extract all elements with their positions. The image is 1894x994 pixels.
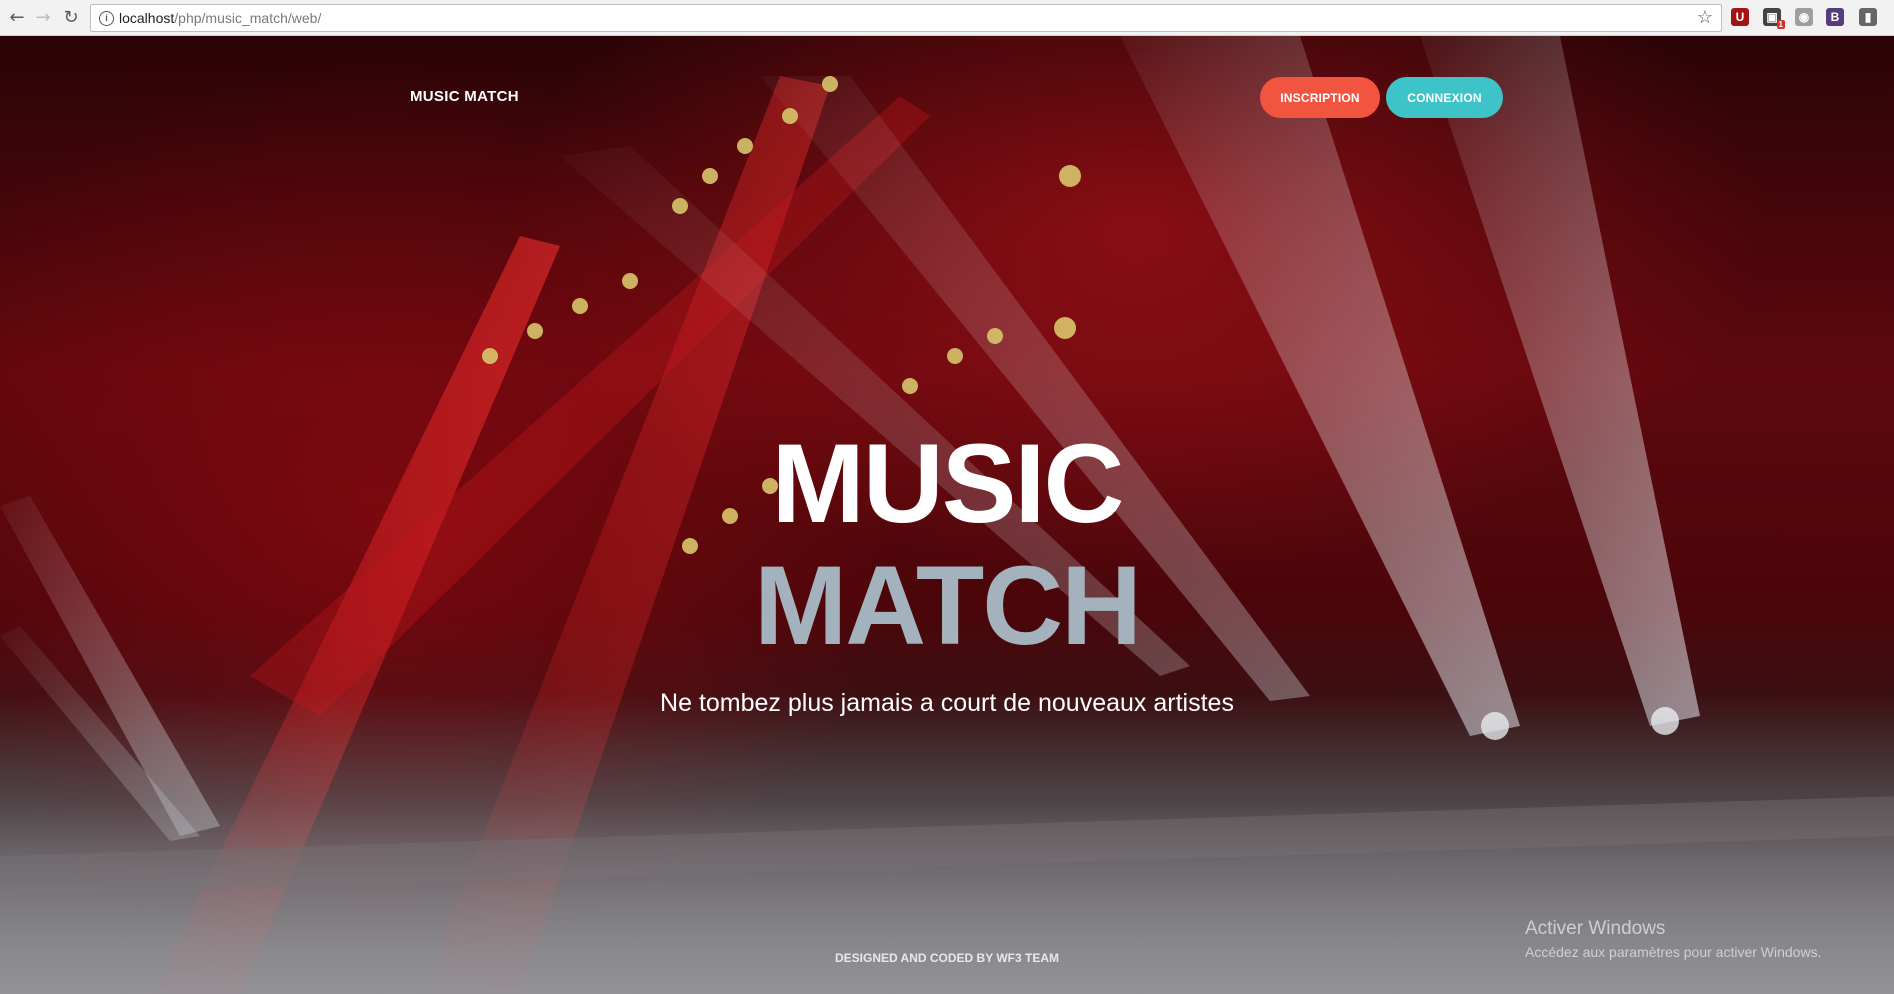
spy-icon[interactable]: ◉ bbox=[1795, 8, 1813, 26]
spy-icon-glyph: ◉ bbox=[1798, 10, 1810, 24]
ublock-icon-glyph: U bbox=[1735, 10, 1745, 24]
menu-icon[interactable]: ▮ bbox=[1859, 8, 1877, 26]
bootstrap-icon[interactable]: B bbox=[1826, 8, 1844, 26]
bootstrap-icon-glyph: B bbox=[1830, 10, 1840, 24]
forward-icon[interactable]: → bbox=[32, 6, 54, 28]
windows-activation-watermark: Activer Windows Accédez aux paramètres p… bbox=[1525, 918, 1821, 960]
browser-toolbar: ← → ↻ i localhost/php/music_match/web/ ☆… bbox=[0, 0, 1894, 36]
extension-badge: 1 bbox=[1776, 20, 1785, 29]
ublock-icon[interactable]: U bbox=[1731, 8, 1749, 26]
hero-section: MUSIC MATCH INSCRIPTION CONNEXION MUSIC … bbox=[0, 36, 1894, 994]
watermark-subtitle: Accédez aux paramètres pour activer Wind… bbox=[1525, 944, 1822, 960]
inscription-button[interactable]: INSCRIPTION bbox=[1260, 77, 1380, 118]
hero-title-line2: MATCH bbox=[753, 543, 1142, 668]
hero-title-line1: MUSIC bbox=[771, 421, 1125, 546]
extension-icon[interactable]: ▣ 1 bbox=[1763, 8, 1785, 29]
menu-icon-glyph: ▮ bbox=[1864, 10, 1872, 24]
watermark-title: Activer Windows bbox=[1525, 918, 1666, 939]
reload-icon[interactable]: ↻ bbox=[60, 6, 82, 28]
info-icon[interactable]: i bbox=[99, 11, 114, 26]
url-text[interactable]: localhost/php/music_match/web/ bbox=[119, 10, 321, 26]
connexion-button[interactable]: CONNEXION bbox=[1386, 77, 1503, 118]
address-bar[interactable]: i localhost/php/music_match/web/ ☆ bbox=[90, 4, 1722, 32]
url-path: /php/music_match/web/ bbox=[174, 10, 322, 26]
url-host: localhost bbox=[119, 10, 175, 26]
hero-tagline: Ne tombez plus jamais a court de nouveau… bbox=[660, 689, 1234, 717]
bookmark-star-icon[interactable]: ☆ bbox=[1697, 7, 1713, 28]
site-logo[interactable]: MUSIC MATCH bbox=[410, 88, 519, 105]
back-icon[interactable]: ← bbox=[6, 6, 28, 28]
extension-icon-glyph: ▣ bbox=[1766, 10, 1778, 24]
